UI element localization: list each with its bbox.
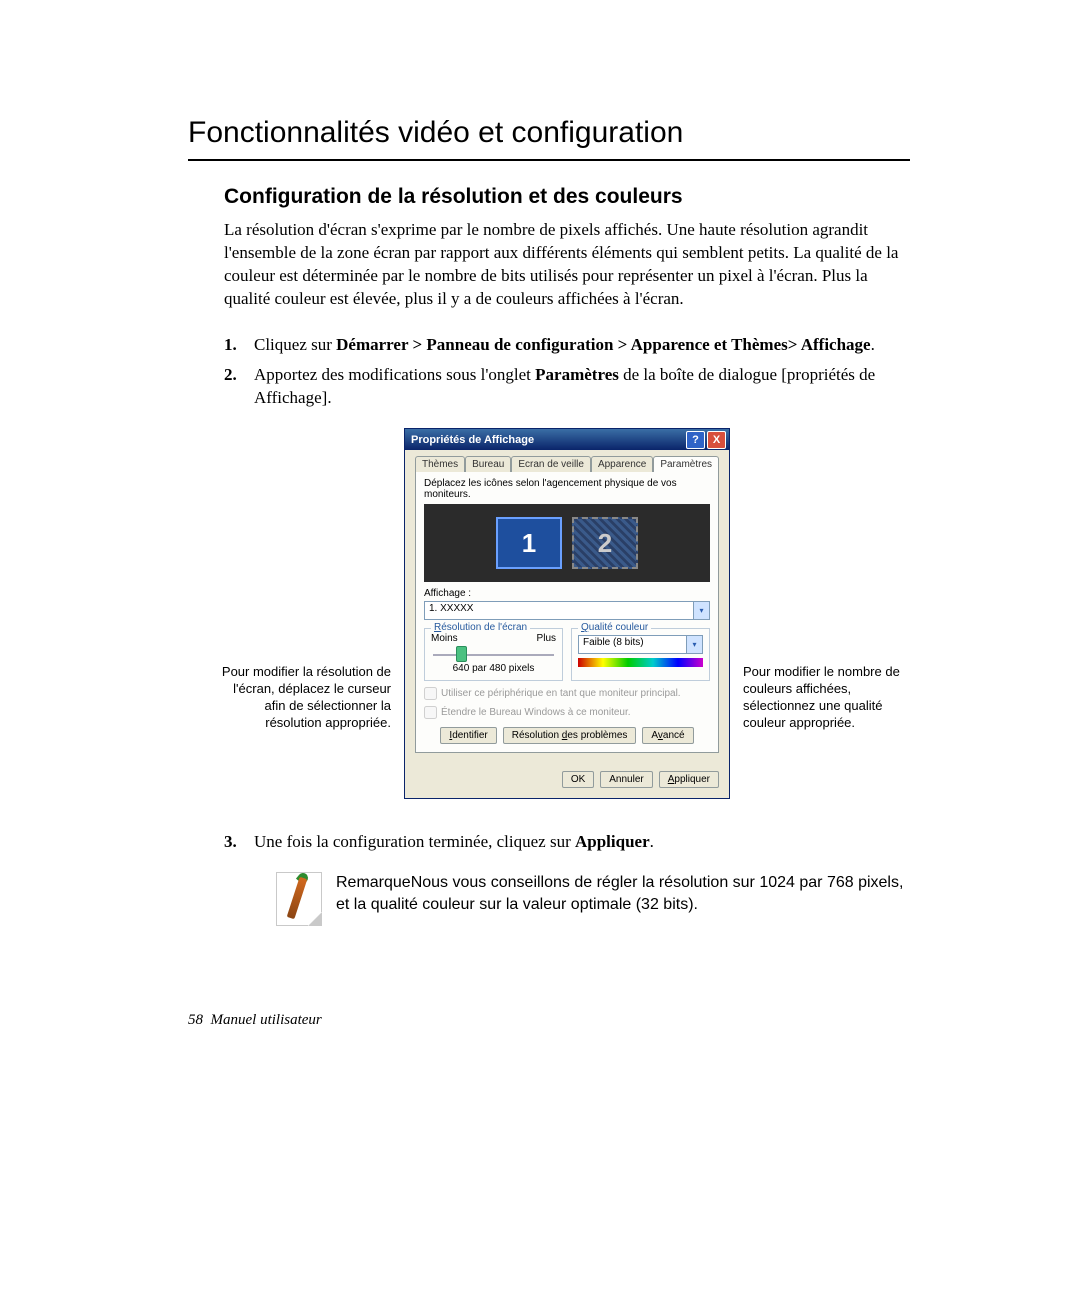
display-properties-dialog: Propriétés de Affichage ? X Thèmes Burea… [404, 428, 730, 799]
step-number: 3. [224, 830, 254, 854]
monitor-layout[interactable]: 1 2 [424, 504, 710, 582]
dialog-title: Propriétés de Affichage [411, 434, 686, 446]
footer-label: Manuel utilisateur [211, 1012, 322, 1028]
help-button[interactable]: ? [686, 431, 705, 449]
annotation-left: Pour modifier la résolution de l'écran, … [211, 664, 391, 732]
heading-rule [188, 159, 910, 161]
step-number: 2. [224, 363, 254, 411]
tab-name: Paramètres [535, 365, 619, 384]
step-1: 1. Cliquez sur Démarrer > Panneau de con… [224, 333, 910, 357]
intro-paragraph: La résolution d'écran s'exprime par le n… [224, 219, 910, 311]
color-quality-select[interactable]: Faible (8 bits) ▾ [578, 635, 703, 654]
annotation-right: Pour modifier le nombre de couleurs affi… [743, 664, 923, 732]
nav-path: Démarrer > Panneau de configuration > Ap… [336, 335, 870, 354]
slider-max-label: Plus [537, 633, 556, 644]
monitor-2[interactable]: 2 [572, 517, 638, 569]
tab-screensaver[interactable]: Ecran de veille [511, 456, 591, 472]
note-block: RemarqueNous vous conseillons de régler … [276, 872, 910, 926]
tab-strip: Thèmes Bureau Ecran de veille Apparence … [415, 456, 719, 472]
tab-desktop[interactable]: Bureau [465, 456, 511, 472]
ok-button[interactable]: OK [562, 771, 594, 788]
slider-min-label: Moins [431, 633, 458, 644]
note-text: RemarqueNous vous conseillons de régler … [336, 872, 910, 915]
section-subtitle: Configuration de la résolution et des co… [224, 185, 910, 209]
page-footer: 58 Manuel utilisateur [188, 1012, 910, 1029]
tab-themes[interactable]: Thèmes [415, 456, 465, 472]
checkbox-primary-monitor[interactable]: Utiliser ce périphérique en tant que mon… [424, 687, 710, 700]
checkbox-input[interactable] [424, 706, 437, 719]
color-bar [578, 658, 703, 667]
tab-settings[interactable]: Paramètres [653, 456, 719, 472]
display-label: Affichage : [424, 588, 710, 599]
close-button[interactable]: X [707, 431, 726, 449]
steps-list: 1. Cliquez sur Démarrer > Panneau de con… [224, 333, 910, 410]
resolution-slider[interactable] [431, 646, 556, 660]
cancel-button[interactable]: Annuler [600, 771, 652, 788]
dialog-illustration: Pour modifier la résolution de l'écran, … [224, 428, 910, 808]
monitor-1[interactable]: 1 [496, 517, 562, 569]
group-color-quality: Qualité couleurQualité couleur Faible (8… [571, 628, 710, 681]
note-icon [276, 872, 322, 926]
checkbox-input[interactable] [424, 687, 437, 700]
drag-instruction: Déplacez les icônes selon l'agencement p… [424, 478, 710, 500]
chapter-title: Fonctionnalités vidéo et configuration [188, 115, 910, 151]
advanced-button[interactable]: AvancéAvancé [642, 727, 693, 744]
step-number: 1. [224, 333, 254, 357]
group-resolution: RRésolution de l'écranésolution de l'écr… [424, 628, 563, 681]
identify-button[interactable]: IdentifierIdentifier [440, 727, 496, 744]
steps-list-continued: 3. Une fois la configuration terminée, c… [224, 830, 910, 854]
chevron-down-icon[interactable]: ▾ [686, 636, 702, 653]
checkbox-extend-desktop[interactable]: Étendre le Bureau Windows à ce moniteur. [424, 706, 710, 719]
troubleshoot-button[interactable]: Résolution des problèmesRésolution des p… [503, 727, 637, 744]
color-quality-value: Faible (8 bits) [579, 636, 686, 653]
tab-panel-settings: Déplacez les icônes selon l'agencement p… [415, 471, 719, 753]
step-3: 3. Une fois la configuration terminée, c… [224, 830, 910, 854]
step-2: 2. Apportez des modifications sous l'ong… [224, 363, 910, 411]
resolution-value: 640 par 480 pixels [431, 663, 556, 674]
chevron-down-icon[interactable]: ▾ [693, 602, 709, 619]
display-value: 1. XXXXX [425, 602, 693, 619]
apply-button[interactable]: AppliquerAppliquer [659, 771, 719, 788]
group-color-legend: Qualité couleurQualité couleur [578, 622, 651, 633]
apply-label: Appliquer [575, 832, 650, 851]
page-number: 58 [188, 1012, 203, 1028]
slider-thumb[interactable] [456, 646, 467, 662]
titlebar[interactable]: Propriétés de Affichage ? X [405, 429, 729, 450]
group-resolution-legend: RRésolution de l'écranésolution de l'écr… [431, 622, 530, 633]
tab-appearance[interactable]: Apparence [591, 456, 653, 472]
display-select[interactable]: 1. XXXXX ▾ [424, 601, 710, 620]
